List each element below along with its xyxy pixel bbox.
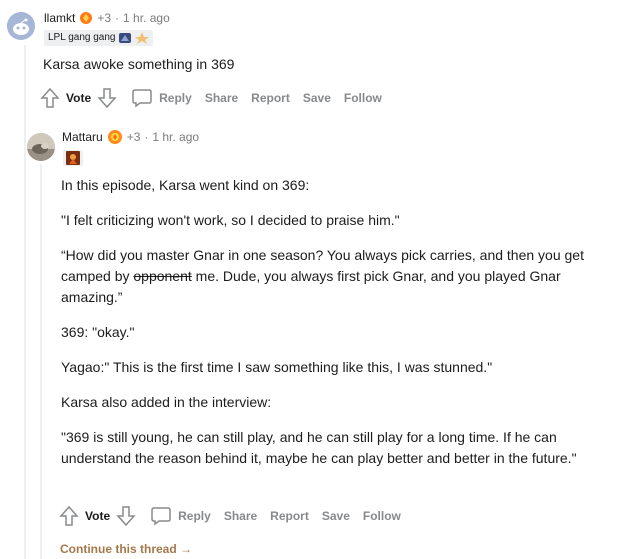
- user-flair: [63, 150, 83, 166]
- avatar[interactable]: [7, 12, 35, 40]
- save-button[interactable]: Save: [303, 91, 331, 105]
- comment-body: Karsa awoke something in 369: [43, 54, 603, 75]
- flair-emoji-icon: [66, 151, 80, 165]
- thread-line[interactable]: [40, 164, 42, 559]
- report-button[interactable]: Report: [251, 91, 290, 105]
- separator: ·: [144, 130, 149, 144]
- timestamp[interactable]: 1 hr. ago: [123, 11, 170, 25]
- reply-label[interactable]: Reply: [159, 91, 192, 105]
- vote-count: Vote: [66, 91, 92, 105]
- downvote-icon[interactable]: [97, 87, 117, 109]
- comment-action-bar: Vote Reply Share Report Save Follow: [59, 504, 414, 528]
- share-button[interactable]: Share: [224, 509, 257, 523]
- username[interactable]: llamkt: [44, 11, 75, 25]
- username[interactable]: Mattaru: [62, 130, 103, 144]
- follow-button[interactable]: Follow: [363, 509, 401, 523]
- thread-line[interactable]: [24, 45, 26, 559]
- flair-text: LPL gang gang: [48, 32, 116, 43]
- comment-action-bar: Vote Reply Share Report Save Follow: [40, 86, 395, 110]
- snoo-avatar-icon: [7, 12, 35, 40]
- vote-count: Vote: [85, 509, 111, 523]
- separator: ·: [115, 11, 120, 25]
- paragraph: In this episode, Karsa went kind on 369:: [61, 177, 310, 193]
- award-icon[interactable]: [79, 11, 93, 25]
- report-button[interactable]: Report: [270, 509, 309, 523]
- user-avatar-image: [27, 133, 55, 161]
- save-button[interactable]: Save: [322, 509, 350, 523]
- karma-count: +3: [97, 11, 112, 25]
- paragraph: "369 is still young, he can still play, …: [61, 429, 577, 466]
- reply-label[interactable]: Reply: [178, 509, 211, 523]
- strikethrough-text: opponent: [133, 268, 192, 284]
- upvote-icon[interactable]: [40, 87, 60, 109]
- comment-icon: [151, 507, 171, 526]
- avatar[interactable]: [27, 133, 55, 161]
- comment-icon: [132, 89, 152, 108]
- reply-button[interactable]: Reply: [150, 506, 211, 526]
- paragraph: Yagao:" This is the first time I saw som…: [61, 359, 493, 375]
- paragraph: Karsa also added in the interview:: [61, 394, 272, 410]
- flair-emoji-icon: [135, 32, 150, 44]
- comment-body: In this episode, Karsa went kind on 369:…: [61, 175, 609, 483]
- paragraph: 369: "okay.": [61, 324, 135, 340]
- arrow-right-icon: →: [180, 542, 193, 556]
- paragraph: “How did you master Gnar in one season? …: [61, 245, 609, 308]
- comment-text: Karsa awoke something in 369: [43, 56, 235, 72]
- downvote-icon[interactable]: [116, 505, 136, 527]
- timestamp[interactable]: 1 hr. ago: [152, 130, 199, 144]
- continue-thread-label[interactable]: Continue this thread: [60, 542, 177, 556]
- upvote-icon[interactable]: [59, 505, 79, 527]
- follow-button[interactable]: Follow: [344, 91, 382, 105]
- flair-emoji-icon: [119, 33, 132, 43]
- paragraph: "I felt criticizing won't work, so I dec…: [61, 212, 400, 228]
- award-icon[interactable]: [107, 129, 123, 145]
- continue-thread-link[interactable]: Continue this thread →: [60, 542, 192, 556]
- user-flair: LPL gang gang: [44, 30, 154, 46]
- karma-count: +3: [126, 130, 141, 144]
- share-button[interactable]: Share: [205, 91, 238, 105]
- reply-button[interactable]: Reply: [131, 88, 192, 108]
